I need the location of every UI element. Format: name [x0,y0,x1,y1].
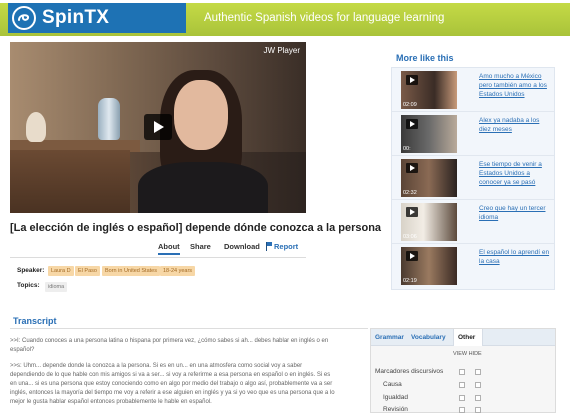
more-like-this-title: More like this [396,53,454,63]
tab-about[interactable]: About [158,242,180,255]
view-checkbox[interactable] [459,369,465,375]
speaker-tag-birthplace[interactable]: Born in United States [102,266,160,276]
hide-checkbox[interactable] [475,407,481,413]
video-speaker-body [138,162,268,213]
transcript-line: dependiendo de lo que hable con mis amig… [10,372,331,378]
thumbnail-duration: 00: [403,146,411,152]
thumbnail-duration: 03:06 [403,234,417,240]
hide-checkbox[interactable] [475,369,481,375]
transcript-line: >>I: Cuando conoces a una persona latina… [10,338,329,344]
transcript-divider [10,328,368,329]
panel-tabs: Grammar Vocabulary Other [371,329,555,346]
annotation-panel: Grammar Vocabulary Other VIEW HIDE Marca… [370,328,556,413]
video-thumbnail[interactable]: 00: [401,115,457,153]
video-tabs: About Share Download Report [150,240,306,255]
tab-report[interactable]: Report [266,242,298,251]
video-thumbnail[interactable]: 02:32 [401,159,457,197]
video-thumbnail[interactable]: 03:06 [401,203,457,241]
tab-vocabulary[interactable]: Vocabulary [411,334,446,341]
thumbnail-duration: 02:32 [403,190,417,196]
thumbnail-duration: 02:09 [403,102,417,108]
related-video-link[interactable]: Amo mucho a México pero también amo a lo… [479,72,551,99]
logo-swirl-icon [12,6,36,30]
list-item[interactable]: 02:19 El español lo aprendí en la casa [392,244,554,288]
related-video-link[interactable]: Ese tiempo de venir a Estados Unidos a c… [479,160,551,187]
play-icon [406,207,418,217]
marker-label: Causa [383,381,402,388]
marker-label: Revisión [383,406,408,413]
site-tagline: Authentic Spanish videos for language le… [204,12,445,24]
play-icon [406,251,418,261]
list-item[interactable]: 02:32 Ese tiempo de venir a Estados Unid… [392,156,554,200]
list-item[interactable]: 02:09 Amo mucho a México pero también am… [392,68,554,112]
video-thumbnail[interactable]: 02:09 [401,71,457,109]
tab-share[interactable]: Share [190,242,211,251]
video-vase [98,98,120,140]
logo[interactable]: SpinTX [8,3,186,33]
video-speaker-face [174,80,228,150]
transcript-line: >>s: Uhm... depende donde la conozca a l… [10,363,303,369]
view-hide-header: VIEW HIDE [453,351,482,357]
tab-other-label: Other [458,334,476,341]
related-video-link[interactable]: El español lo aprendí en la casa [479,248,551,266]
speaker-tag-age[interactable]: 18-24 years [160,266,196,276]
more-like-this-list: 02:09 Amo mucho a México pero también am… [391,67,555,290]
transcript-title: Transcript [13,316,57,326]
play-icon [406,163,418,173]
transcript-line: español? [10,347,35,353]
view-checkbox[interactable] [459,395,465,401]
related-video-link[interactable]: Creo que hay un tercer idioma [479,204,551,222]
player-brand-label: JW Player [263,46,300,55]
hide-checkbox[interactable] [475,395,481,401]
transcript-line: en una... si es una persona que estoy co… [10,381,333,387]
topic-tag[interactable]: idioma [45,282,68,292]
tab-download[interactable]: Download [224,242,260,251]
view-checkbox[interactable] [459,382,465,388]
hide-checkbox[interactable] [475,382,481,388]
flag-icon [266,242,272,251]
logo-text: SpinTX [42,7,110,28]
list-item[interactable]: 00: Alex ya nadaba a los diez meses [392,112,554,156]
video-player[interactable]: JW Player [10,42,306,213]
video-piano [10,150,130,213]
transcript-line: inglés, entonces la mayoría del tiempo m… [10,390,335,396]
tab-grammar[interactable]: Grammar [375,334,404,341]
marker-label: Igualdad [383,394,408,401]
tab-report-label: Report [274,242,299,251]
video-title: [La elección de inglés o español] depend… [10,222,382,234]
view-checkbox[interactable] [459,407,465,413]
list-item[interactable]: 03:06 Creo que hay un tercer idioma [392,200,554,244]
topics-label: Topics: [17,282,40,289]
video-thumbnail[interactable]: 02:19 [401,247,457,285]
marker-heading: Marcadores discursivos [375,368,444,375]
speaker-tag-name[interactable]: Laura D [48,266,74,276]
speaker-label: Speaker: [17,267,45,274]
site-header: SpinTX Authentic Spanish videos for lang… [0,0,570,36]
related-video-link[interactable]: Alex ya nadaba a los diez meses [479,116,551,134]
play-icon[interactable] [144,114,172,140]
play-icon [406,119,418,129]
tab-other[interactable]: Other [453,329,483,346]
speaker-tag-place[interactable]: El Paso [75,266,100,276]
transcript-line: mejor le gusta hablar español entonces p… [10,399,212,405]
tabs-divider [10,257,306,258]
play-icon [406,75,418,85]
video-figurine [26,112,46,142]
thumbnail-duration: 02:19 [403,278,417,284]
